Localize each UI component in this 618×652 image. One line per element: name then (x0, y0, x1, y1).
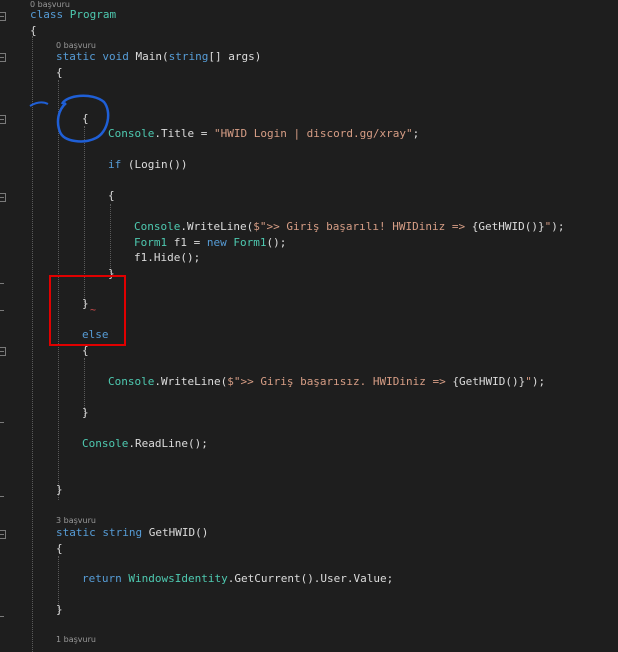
blue-circle-annotation (29, 94, 110, 143)
